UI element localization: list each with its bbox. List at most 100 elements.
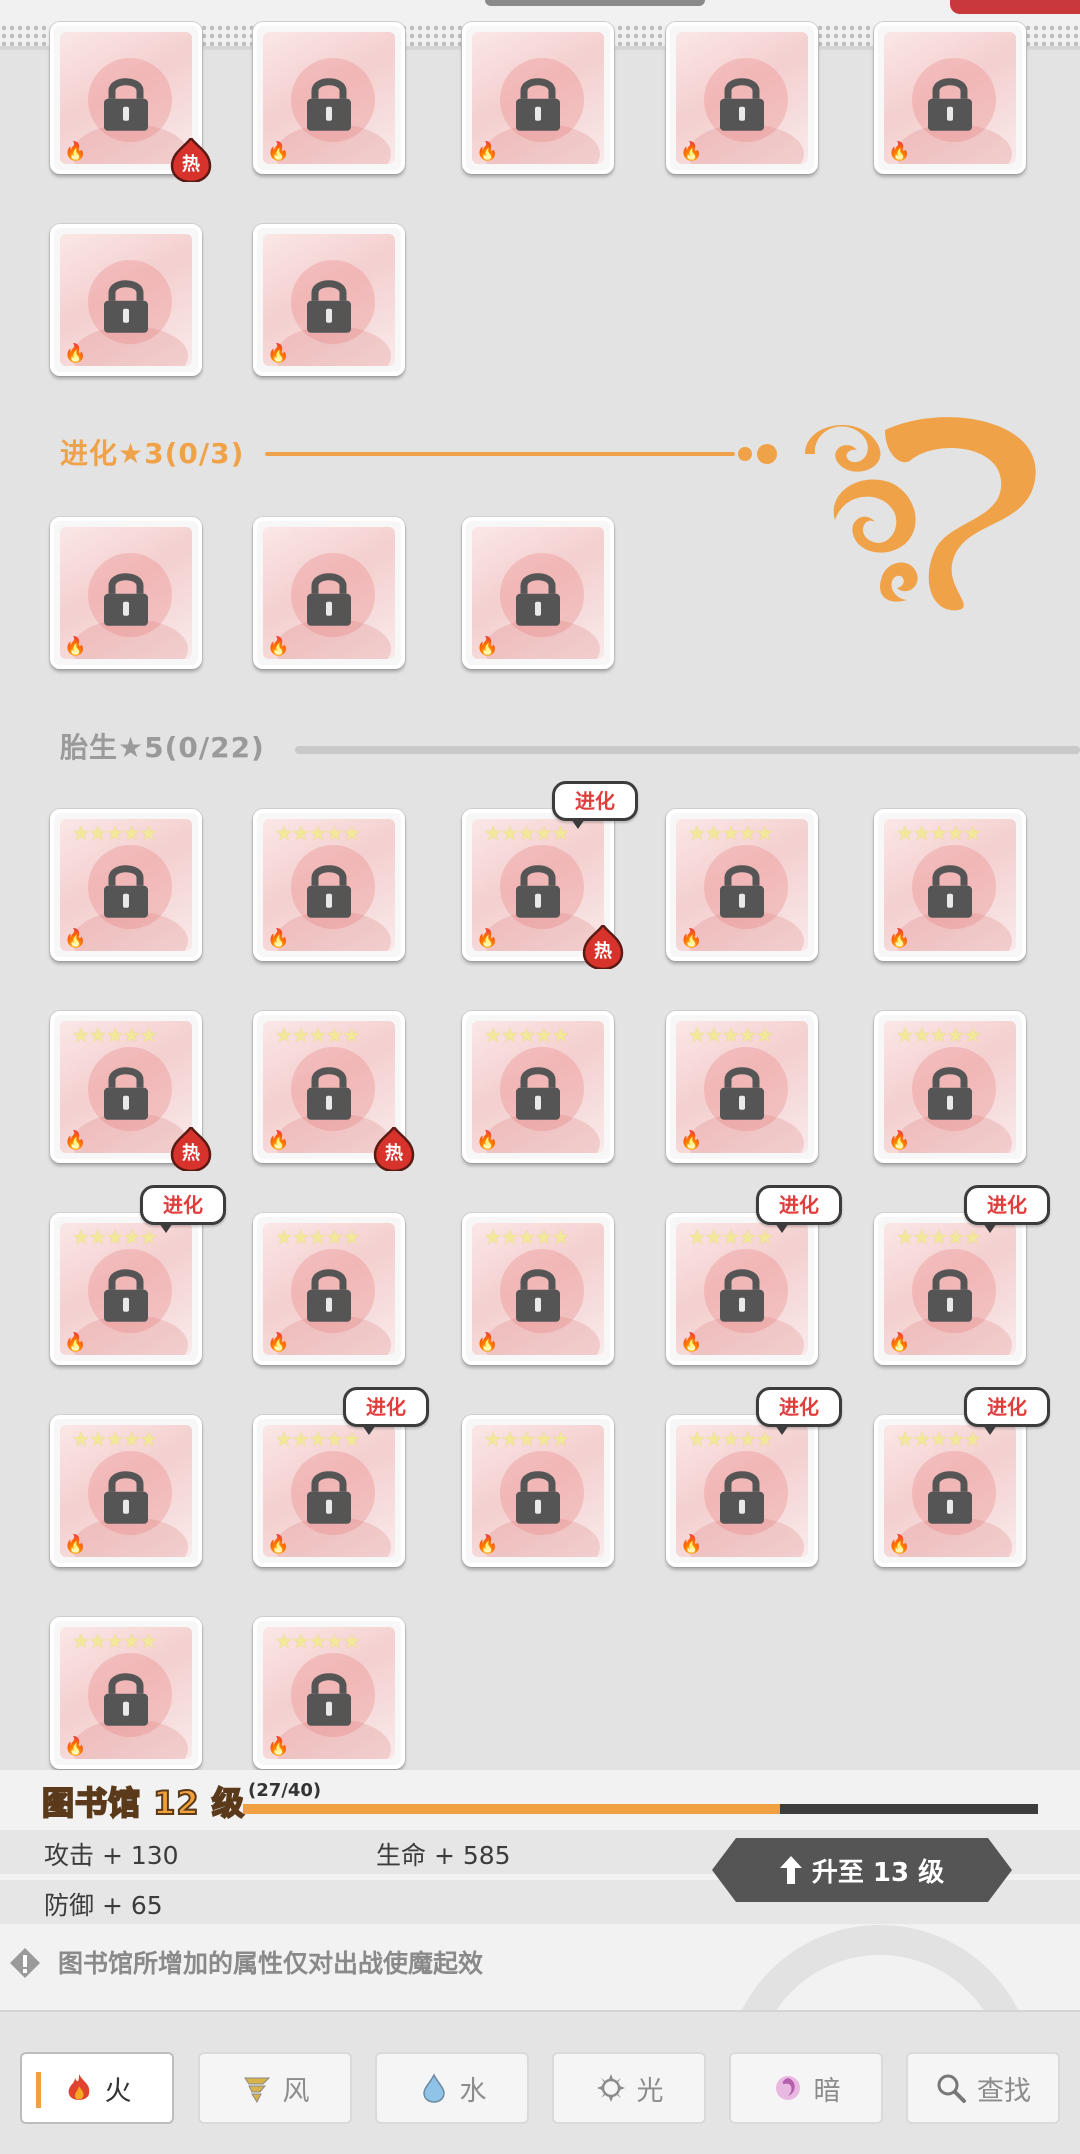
fire-element-icon: 🔥 (267, 1130, 290, 1151)
hot-badge: 热 (373, 1124, 415, 1173)
locked-familiar-card[interactable]: 🔥 (462, 22, 614, 174)
lock-icon (516, 1471, 560, 1524)
locked-familiar-card[interactable]: ★★★★★ 🔥 (253, 1213, 405, 1365)
upgrade-library-button[interactable]: 升至 13 级 (712, 1838, 1012, 1902)
locked-familiar-card[interactable]: ★★★★★ 🔥 (253, 1617, 405, 1769)
locked-familiar-card[interactable]: ★★★★★ 🔥 进化 (253, 1387, 429, 1567)
tab-label: 风 (282, 2075, 310, 2107)
fire-element-icon: 🔥 (267, 1736, 290, 1757)
locked-familiar-card[interactable]: ★★★★★ 🔥 进化 (874, 1387, 1050, 1567)
locked-familiar-card[interactable]: ★★★★★ 🔥 (874, 1011, 1026, 1163)
arrow-up-icon (779, 1856, 802, 1884)
lock-icon (928, 1269, 972, 1322)
star-rating: ★★★★★ (275, 1023, 361, 1047)
tab-search[interactable]: 查找 (906, 2052, 1060, 2124)
fire-element-icon: 🔥 (476, 141, 499, 162)
section-divider-born5 (295, 746, 1080, 754)
evolve-badge: 进化 (964, 1185, 1050, 1233)
locked-familiar-card[interactable]: ★★★★★ 🔥 (666, 1011, 818, 1163)
locked-familiar-card[interactable]: ★★★★★ 🔥 (666, 809, 818, 961)
locked-familiar-card[interactable]: ★★★★★ 🔥 (462, 1213, 614, 1365)
light-icon (596, 2074, 625, 2102)
lock-icon (307, 78, 351, 131)
lock-icon (928, 865, 972, 918)
hot-badge: 热 (170, 135, 212, 184)
star-rating: ★★★★★ (688, 821, 774, 845)
locked-familiar-card[interactable]: ★★★★★ 🔥 热 进化 (462, 781, 638, 971)
locked-familiar-card[interactable]: 🔥 热 (50, 22, 212, 184)
lock-icon (104, 1471, 148, 1524)
locked-familiar-card[interactable]: 🔥 (666, 22, 818, 174)
evolve-badge: 进化 (343, 1387, 429, 1435)
library-panel: 图书馆 12 级 (27/40) 攻击 + 130 生命 + 585 防御 + … (0, 1770, 1080, 2154)
active-tab-indicator (36, 2072, 41, 2108)
hot-badge-label: 热 (182, 1143, 200, 1163)
fire-element-icon: 🔥 (680, 1130, 703, 1151)
tab-fire[interactable]: 火 (20, 2052, 174, 2124)
lock-icon (307, 1471, 351, 1524)
stat-defense: 防御 + 65 (44, 1891, 163, 1920)
locked-familiar-card[interactable]: ★★★★★ 🔥 (50, 809, 202, 961)
locked-familiar-card[interactable]: 🔥 (253, 22, 405, 174)
locked-familiar-card[interactable]: ★★★★★ 🔥 (50, 1617, 202, 1769)
locked-familiar-card[interactable]: ★★★★★ 🔥 进化 (666, 1185, 842, 1365)
tab-light[interactable]: 光 (552, 2052, 706, 2124)
evolve-badge: 进化 (756, 1185, 842, 1233)
fire-element-icon: 🔥 (888, 141, 911, 162)
star-rating: ★★★★★ (72, 821, 158, 845)
star-rating: ★★★★★ (72, 1427, 158, 1451)
fire-element-icon: 🔥 (267, 636, 290, 657)
lock-icon (104, 1673, 148, 1726)
lock-icon (307, 865, 351, 918)
star-rating: ★★★★★ (275, 1225, 361, 1249)
tab-water[interactable]: 水 (375, 2052, 529, 2124)
lock-icon (928, 78, 972, 131)
star-rating: ★★★★★ (688, 1225, 774, 1249)
hot-badge: 热 (170, 1124, 212, 1173)
fire-element-icon: 🔥 (267, 928, 290, 949)
section-divider-evolve3 (265, 452, 735, 456)
star-rating: ★★★★★ (484, 1427, 570, 1451)
lock-icon (307, 1673, 351, 1726)
ornament-swirl-icon (738, 417, 1036, 611)
star-rating: ★★★★★ (896, 821, 982, 845)
element-tab-bar: 火 风 水 光 暗 查找 (0, 2010, 1080, 2154)
locked-familiar-card[interactable]: 🔥 (253, 517, 405, 669)
locked-familiar-card[interactable]: ★★★★★ 🔥 (50, 1415, 202, 1567)
locked-familiar-card[interactable]: ★★★★★ 🔥 (462, 1415, 614, 1567)
tab-dark[interactable]: 暗 (729, 2052, 883, 2124)
hot-badge-label: 热 (182, 154, 200, 174)
locked-familiar-card[interactable]: ★★★★★ 🔥 热 (253, 1011, 415, 1173)
fire-element-icon: 🔥 (476, 1332, 499, 1353)
locked-familiar-card[interactable]: ★★★★★ 🔥 进化 (50, 1185, 226, 1365)
locked-familiar-card[interactable]: ★★★★★ 🔥 (874, 809, 1026, 961)
star-rating: ★★★★★ (275, 1427, 361, 1451)
lock-icon (720, 865, 764, 918)
locked-familiar-card[interactable]: 🔥 (50, 517, 202, 669)
star-rating: ★★★★★ (484, 1023, 570, 1047)
lock-icon (928, 1067, 972, 1120)
search-icon (937, 2074, 966, 2103)
top-red-accent (950, 0, 1080, 14)
star-rating: ★★★★★ (896, 1225, 982, 1249)
lock-icon (720, 1471, 764, 1524)
library-level-title: 图书馆 12 级 (41, 1783, 245, 1823)
locked-familiar-card[interactable]: 🔥 (50, 224, 202, 376)
locked-familiar-card[interactable]: ★★★★★ 🔥 (253, 809, 405, 961)
fire-element-icon: 🔥 (267, 343, 290, 364)
tab-wind[interactable]: 风 (198, 2052, 352, 2124)
locked-familiar-card[interactable]: 🔥 (874, 22, 1026, 174)
locked-familiar-card[interactable]: ★★★★★ 🔥 (462, 1011, 614, 1163)
library-progress-bar (243, 1804, 1038, 1814)
locked-familiar-card[interactable]: 🔥 (462, 517, 614, 669)
fire-element-icon: 🔥 (64, 1534, 87, 1555)
fire-element-icon: 🔥 (888, 1332, 911, 1353)
locked-familiar-card[interactable]: 🔥 (253, 224, 405, 376)
fire-element-icon: 🔥 (267, 141, 290, 162)
fire-element-icon: 🔥 (476, 1130, 499, 1151)
star-rating: ★★★★★ (275, 1629, 361, 1653)
locked-familiar-card[interactable]: ★★★★★ 🔥 热 (50, 1011, 212, 1173)
locked-familiar-card[interactable]: ★★★★★ 🔥 进化 (666, 1387, 842, 1567)
star-rating: ★★★★★ (688, 1023, 774, 1047)
locked-familiar-card[interactable]: ★★★★★ 🔥 进化 (874, 1185, 1050, 1365)
